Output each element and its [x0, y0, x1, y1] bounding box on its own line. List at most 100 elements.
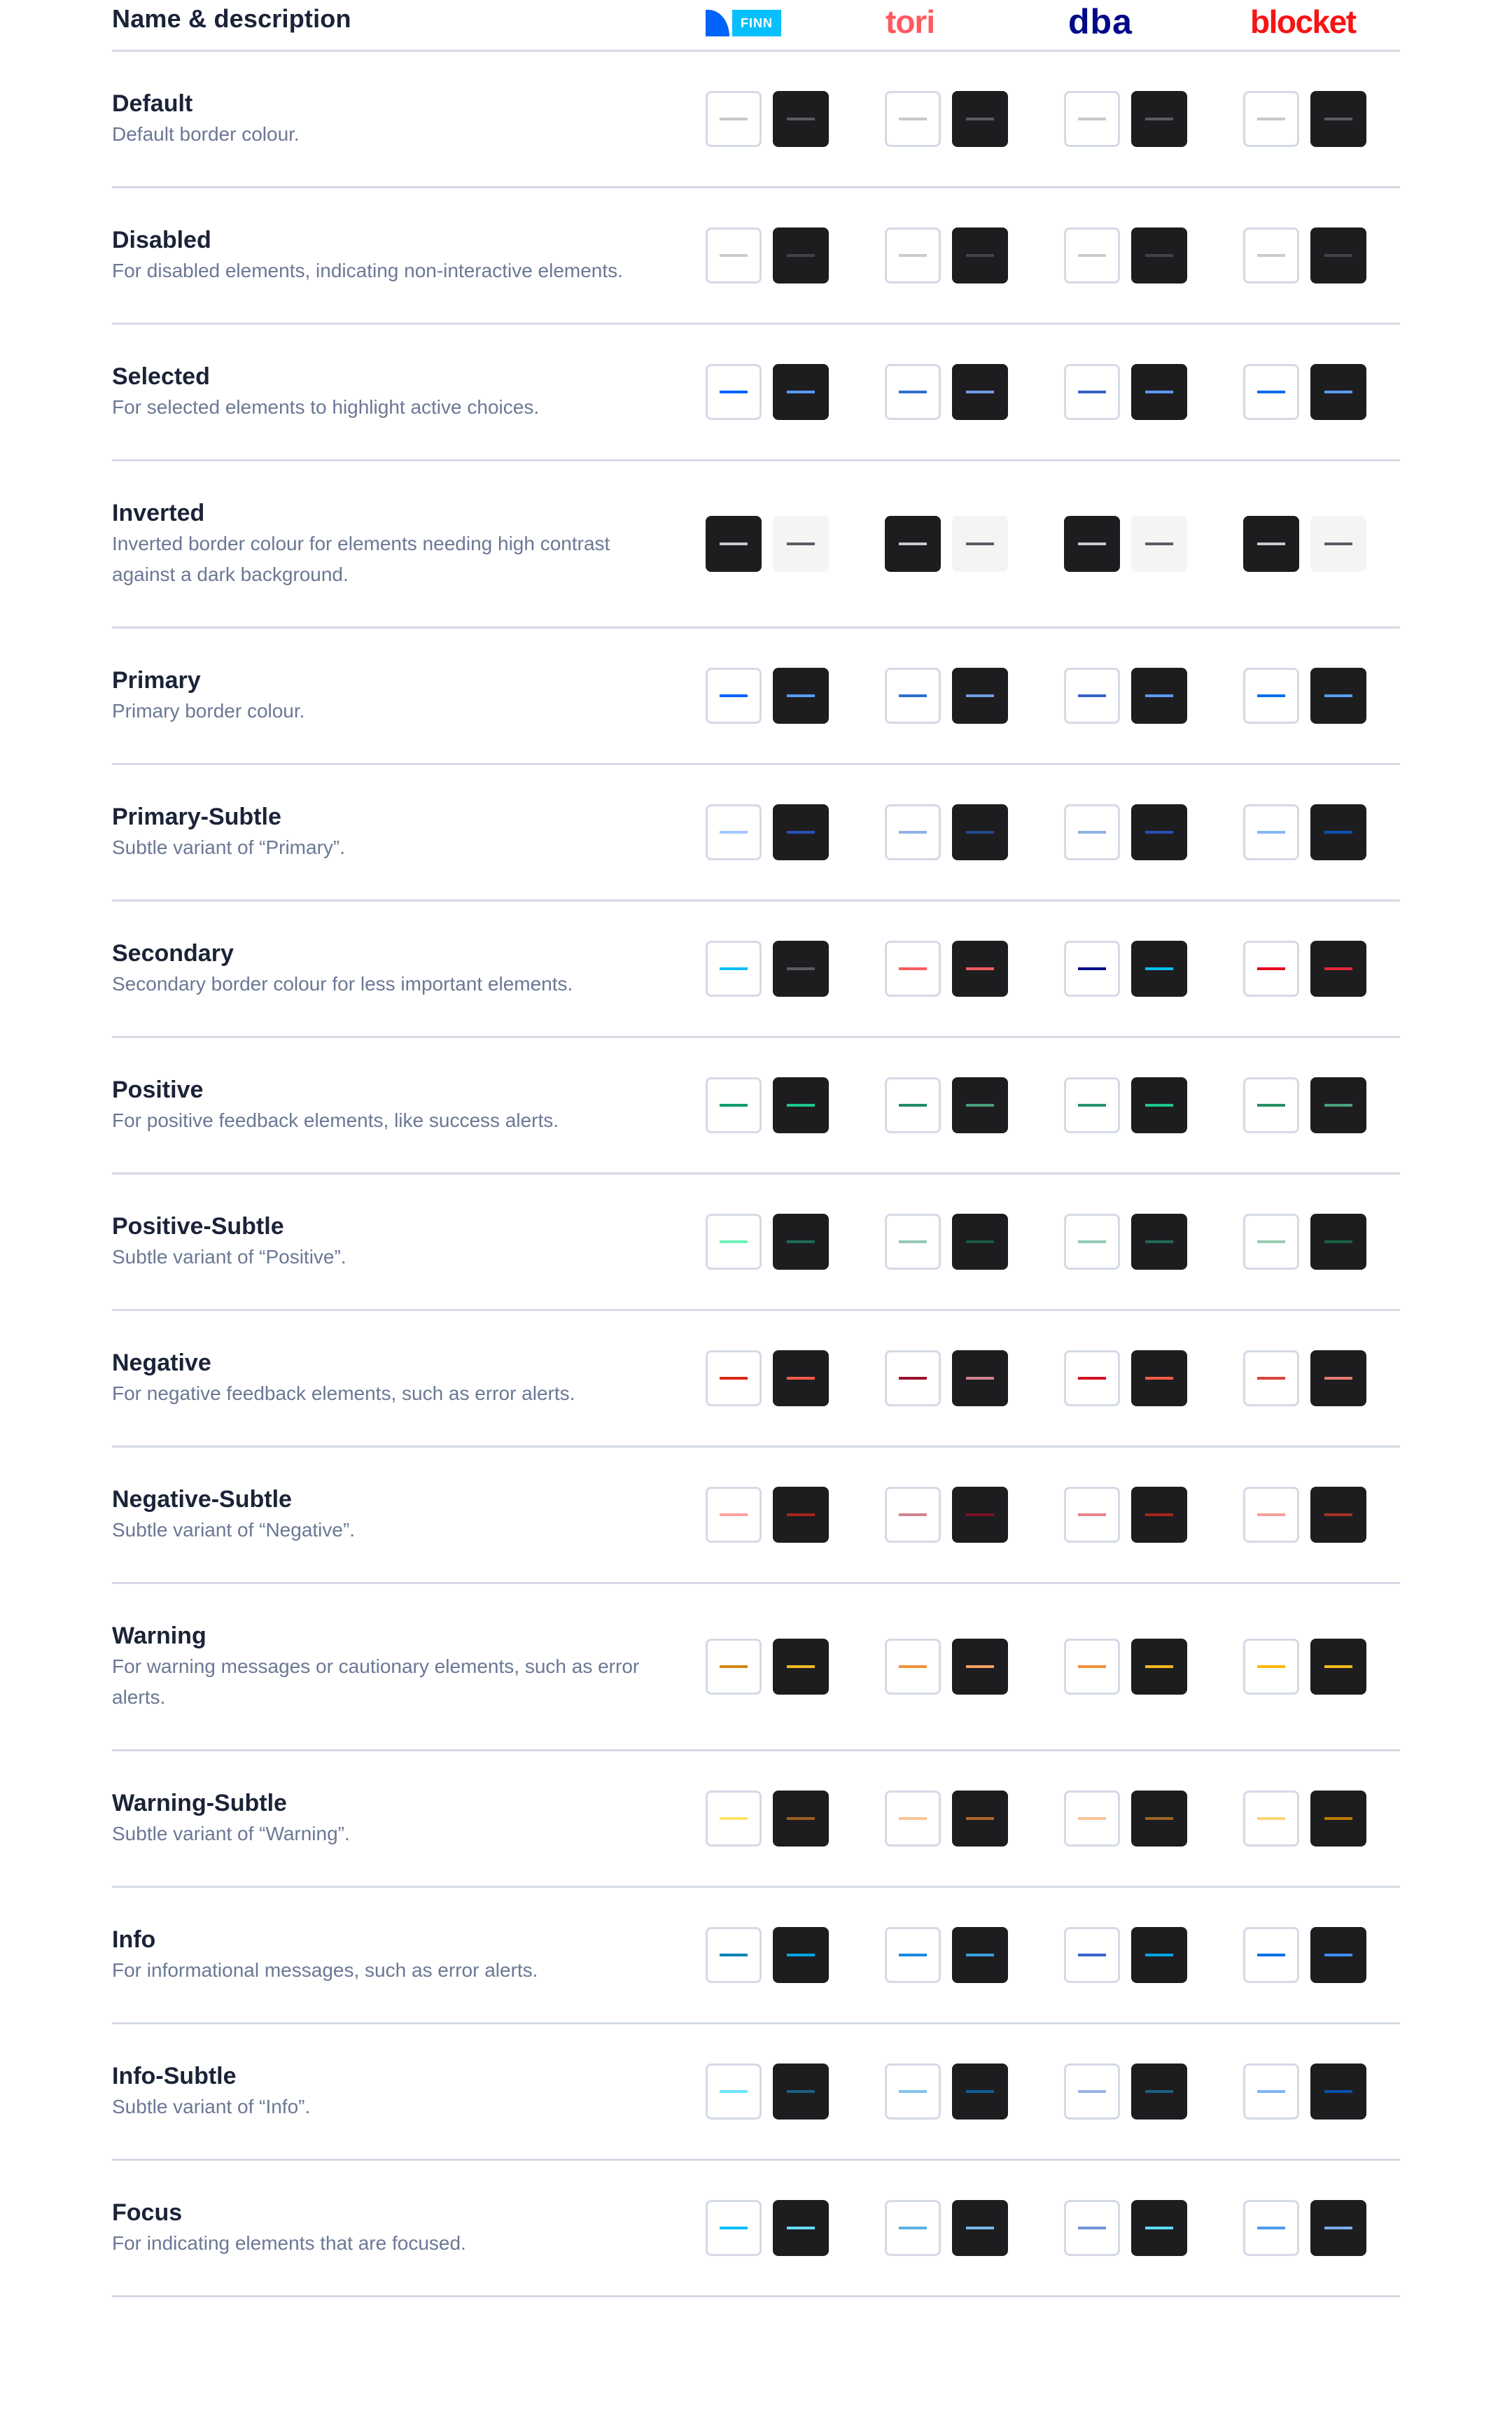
swatch-group-blocket — [1243, 516, 1366, 572]
swatch-group-tori — [885, 1639, 1008, 1695]
swatch-group-blocket — [1243, 1487, 1366, 1543]
dark-swatch — [1131, 364, 1187, 420]
swatch-group-blocket — [1243, 668, 1366, 724]
border-colour-sample — [720, 1954, 748, 1956]
border-colour-sample — [1257, 694, 1285, 697]
light-swatch — [1064, 1350, 1120, 1406]
border-colour-table: Name & description FINN tori dba blocket… — [112, 0, 1400, 2297]
dark-swatch — [1310, 1214, 1366, 1270]
swatch-group-finn — [706, 1077, 829, 1133]
dark-swatch — [773, 1350, 829, 1406]
column-header-name-description: Name & description — [112, 4, 351, 33]
light-swatch — [1064, 941, 1120, 997]
swatch-group-finn — [706, 1214, 829, 1270]
swatch-group-finn — [706, 516, 829, 572]
border-colour-sample — [966, 1954, 994, 1956]
border-colour-sample — [1324, 2227, 1352, 2229]
border-colour-sample — [1257, 1377, 1285, 1380]
swatch-set — [706, 1350, 1406, 1406]
token-description: For warning messages or cautionary eleme… — [112, 1655, 640, 1708]
light-swatch — [885, 1214, 941, 1270]
border-colour-sample — [720, 254, 748, 257]
dark-swatch — [1310, 668, 1366, 724]
token-text: Primary-Subtle Subtle variant of “Primary… — [112, 801, 672, 863]
dark-swatch — [1310, 1487, 1366, 1543]
light-swatch — [706, 941, 762, 997]
swatch-group-blocket — [1243, 1927, 1366, 1983]
border-colour-sample — [1257, 391, 1285, 393]
border-colour-sample — [787, 254, 815, 257]
light-swatch — [885, 1077, 941, 1133]
border-colour-sample — [966, 118, 994, 120]
border-colour-sample — [787, 1104, 815, 1107]
border-colour-sample — [1145, 1954, 1173, 1956]
border-colour-sample — [966, 1665, 994, 1668]
swatch-group-dba — [1064, 516, 1187, 572]
swatch-set — [706, 1639, 1406, 1695]
border-colour-sample — [899, 391, 927, 393]
border-colour-sample — [1145, 391, 1173, 393]
dark-swatch — [1310, 1791, 1366, 1847]
border-colour-sample — [966, 1104, 994, 1107]
token-text: Warning-Subtle Subtle variant of “Warning… — [112, 1788, 672, 1849]
border-colour-sample — [966, 831, 994, 834]
token-name: Warning — [112, 1623, 206, 1649]
dark-swatch — [1310, 804, 1366, 860]
inverted-light-swatch — [773, 516, 829, 572]
token-description: Subtle variant of “Warning”. — [112, 1823, 350, 1844]
swatch-group-dba — [1064, 1077, 1187, 1133]
token-row-default: Default Default border colour. — [112, 52, 1400, 188]
token-row-positive-subtle: Positive-Subtle Subtle variant of “Positi… — [112, 1175, 1400, 1311]
border-colour-sample — [1324, 542, 1352, 545]
swatch-group-tori — [885, 1487, 1008, 1543]
border-colour-sample — [1324, 1513, 1352, 1516]
light-swatch — [885, 1487, 941, 1543]
border-colour-sample — [899, 1377, 927, 1380]
dark-swatch — [1131, 804, 1187, 860]
dark-swatch — [1310, 91, 1366, 147]
token-description: For indicating elements that are focused… — [112, 2232, 466, 2254]
border-colour-sample — [1078, 2090, 1106, 2093]
swatch-group-blocket — [1243, 2064, 1366, 2120]
light-swatch — [1243, 2200, 1299, 2256]
border-colour-sample — [1324, 694, 1352, 697]
token-name: Primary-Subtle — [112, 804, 281, 830]
border-colour-sample — [720, 2227, 748, 2229]
dark-swatch — [1310, 1639, 1366, 1695]
border-colour-sample — [966, 1817, 994, 1820]
dark-swatch — [773, 364, 829, 420]
dark-swatch — [1310, 2200, 1366, 2256]
light-swatch — [1243, 668, 1299, 724]
dark-swatch — [952, 1350, 1008, 1406]
border-colour-sample — [899, 1817, 927, 1820]
light-swatch — [706, 1639, 762, 1695]
token-row-info: Info For informational messages, such as … — [112, 1888, 1400, 2024]
border-colour-sample — [720, 694, 748, 697]
border-colour-sample — [1257, 2090, 1285, 2093]
swatch-set — [706, 804, 1406, 860]
border-colour-sample — [787, 118, 815, 120]
table-header: Name & description FINN tori dba blocket — [112, 0, 1400, 52]
swatch-group-dba — [1064, 1639, 1187, 1695]
border-colour-sample — [966, 2227, 994, 2229]
token-name: Disabled — [112, 227, 211, 253]
border-colour-sample — [1145, 118, 1173, 120]
border-colour-sample — [1145, 967, 1173, 970]
light-swatch — [1064, 668, 1120, 724]
dark-swatch — [1131, 1927, 1187, 1983]
token-text: Selected For selected elements to highlig… — [112, 361, 672, 423]
swatch-group-tori — [885, 364, 1008, 420]
border-colour-sample — [1324, 967, 1352, 970]
token-description: For selected elements to highlight activ… — [112, 396, 540, 418]
border-colour-sample — [899, 694, 927, 697]
dark-swatch — [1131, 227, 1187, 283]
swatch-group-dba — [1064, 227, 1187, 283]
dark-swatch — [1131, 2064, 1187, 2120]
dark-swatch — [1131, 1639, 1187, 1695]
dark-swatch — [1131, 91, 1187, 147]
token-description: Inverted border colour for elements need… — [112, 533, 610, 585]
border-colour-sample — [1257, 831, 1285, 834]
light-swatch — [1243, 804, 1299, 860]
light-swatch — [1243, 1077, 1299, 1133]
token-name: Default — [112, 90, 193, 117]
